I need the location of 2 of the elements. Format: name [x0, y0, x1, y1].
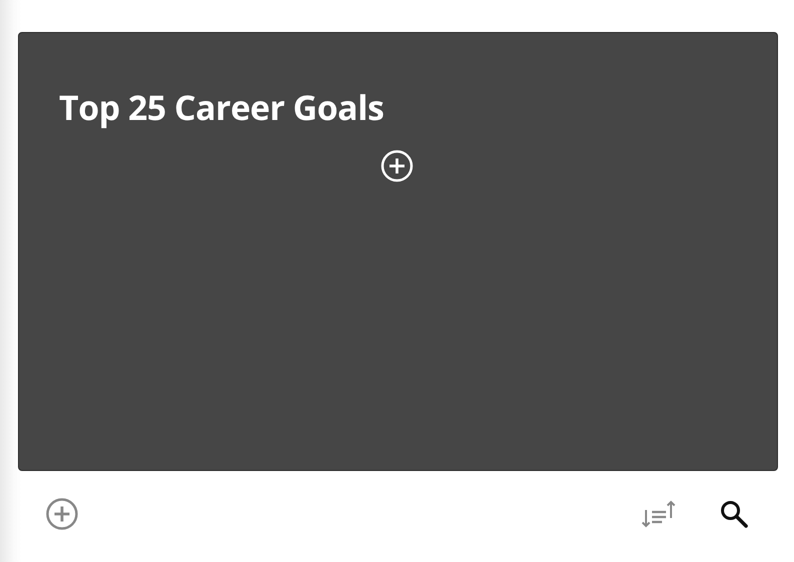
search-icon[interactable]	[718, 498, 750, 530]
card-title: Top 25 Career Goals	[59, 85, 384, 131]
